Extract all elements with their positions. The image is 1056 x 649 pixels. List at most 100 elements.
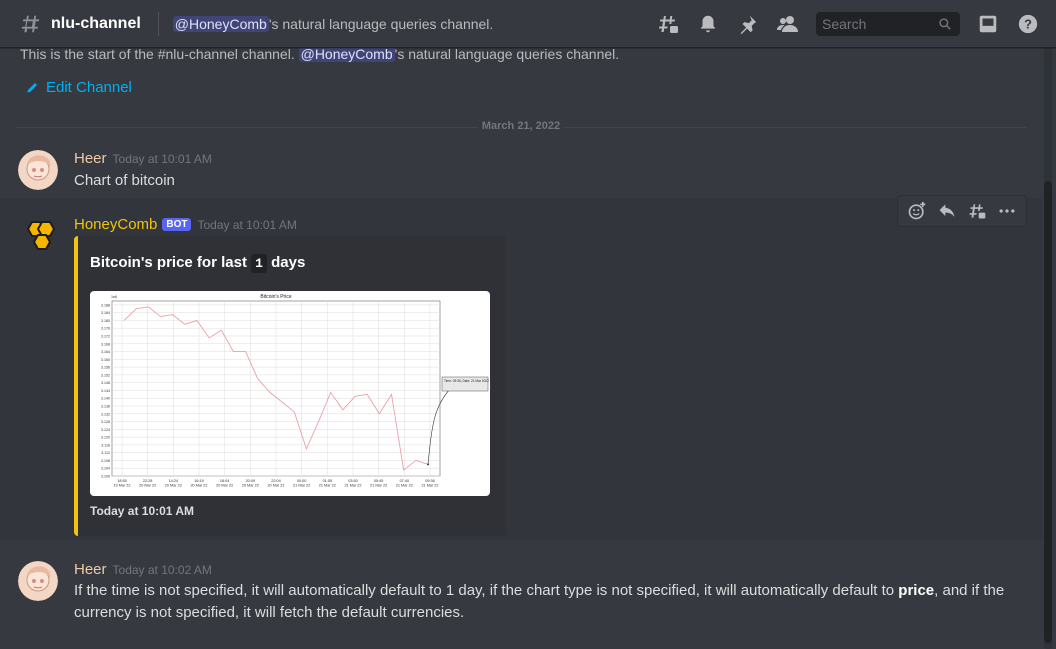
date-separator-text: March 21, 2022 — [477, 120, 565, 132]
chart-ytick-label: 3.172 — [101, 335, 110, 339]
chart-xtick-label: 07:40 — [400, 479, 410, 483]
chart-xtick-label: 20 Mar 22 — [165, 484, 182, 488]
chart-embed: Bitcoin's price for last 1 days 3.188 3.1… — [74, 236, 506, 536]
chart-ytick-label: 3.152 — [101, 373, 110, 377]
chart-ytick-label: 3.100 — [101, 475, 110, 479]
avatar[interactable] — [18, 561, 58, 601]
chart-xtick-label: 09:36 — [425, 479, 435, 483]
chart-ytick-label: 3.184 — [101, 311, 110, 315]
channel-header: nlu-channel @HoneyComb's natural languag… — [0, 0, 1056, 48]
chart-xtick-label: 21 Mar 22 — [396, 484, 413, 488]
chart-xtick-label: 00:00 — [297, 479, 307, 483]
chart-ytick-label: 3.132 — [101, 412, 110, 416]
message-timestamp: Today at 10:02 AM — [112, 563, 212, 577]
chart-xtick-label: 20 Mar 22 — [139, 484, 156, 488]
chart-ytick-label: 3.124 — [101, 428, 110, 432]
channel-name: nlu-channel — [51, 14, 141, 32]
message-text: If the time is not specified, it will au… — [74, 580, 1014, 624]
chart-xtick-label: 03:50 — [348, 479, 358, 483]
author-name: HoneyComb — [74, 216, 158, 233]
chart-ytick-label: 3.156 — [101, 366, 110, 370]
chart-ytick-label: 3.104 — [101, 467, 110, 471]
message-author[interactable]: HoneyComb BOT Today at 10:01 AM — [74, 216, 297, 233]
search-icon — [939, 18, 951, 30]
search-box[interactable] — [816, 12, 960, 36]
chart-ytick-label: 3.120 — [101, 436, 110, 440]
chart-xtick-label: 05:45 — [374, 479, 384, 483]
chart-xtick-label: 19 Mar 22 — [113, 484, 130, 488]
intro-mention[interactable]: @HoneyComb — [298, 48, 395, 62]
chart-xtick-label: 20 Mar 22 — [216, 484, 233, 488]
edit-channel-link[interactable]: Edit Channel — [26, 79, 132, 96]
message-author[interactable]: Heer Today at 10:01 AM — [74, 150, 212, 167]
message-author[interactable]: Heer Today at 10:02 AM — [74, 561, 212, 578]
pin-icon[interactable] — [736, 12, 760, 36]
message-actions-toolbar — [897, 195, 1027, 227]
scrollbar-thumb[interactable] — [1044, 181, 1052, 643]
embed-footer: Today at 10:01 AM — [90, 504, 195, 518]
chart-image[interactable]: 3.188 3.184 3.180 3.176 3.172 3.168 3.164 3.160… — [90, 291, 490, 496]
svg-text:?: ? — [1024, 17, 1032, 32]
chart-xtick-label: 21 Mar 22 — [319, 484, 336, 488]
more-icon[interactable] — [994, 198, 1020, 224]
topic-text: 's natural language queries channel. — [268, 15, 494, 32]
chart-xtick-label: 20:09 — [246, 479, 256, 483]
chart-ytick-label: 3.160 — [101, 358, 110, 362]
hash-icon — [21, 15, 40, 32]
chart-title: Bitcoin's Price — [260, 294, 291, 300]
inbox-icon[interactable] — [976, 12, 1000, 36]
header-toolbar: ? — [640, 0, 1056, 48]
edit-channel-label: Edit Channel — [46, 79, 132, 96]
search-input[interactable] — [822, 16, 932, 32]
chart-ytick-label: 3.148 — [101, 381, 110, 385]
chart-xtick-label: 16:19 — [194, 479, 204, 483]
chart-xtick-label: 21 Mar 22 — [293, 484, 310, 488]
help-icon[interactable]: ? — [1016, 12, 1040, 36]
messages-area: This is the start of the #nlu-channel ch… — [0, 48, 1042, 649]
bell-icon[interactable] — [696, 12, 720, 36]
thread-icon[interactable] — [964, 198, 990, 224]
scrollbar-track[interactable] — [1044, 48, 1052, 649]
chart-xtick-label: 18:55 — [117, 479, 127, 483]
threads-icon[interactable] — [656, 12, 680, 36]
chart-ytick-label: 3.112 — [101, 451, 110, 455]
pencil-icon — [27, 82, 37, 92]
chart-ytick-label: 3.144 — [101, 389, 110, 393]
chart-ytick-label: 3.116 — [101, 443, 110, 447]
channel-intro-text: This is the start of the #nlu-channel ch… — [20, 48, 619, 62]
chart-xtick-label: 22:04 — [271, 479, 281, 483]
embed-title-code: 1 — [251, 254, 267, 273]
add-reaction-icon[interactable] — [904, 198, 930, 224]
chart-xtick-label: 22:28 — [143, 479, 153, 483]
embed-title-prefix: Bitcoin's price for last — [90, 254, 247, 271]
date-separator: March 21, 2022 — [16, 120, 1026, 132]
chart-ytick-label: 3.108 — [101, 459, 110, 463]
chart-xtick-label: 20 Mar 22 — [242, 484, 259, 488]
chart-ytick-label: 3.140 — [101, 397, 110, 401]
chart-annotation-text: Time: 09:36, Date: 21 Mar 2022 — [444, 379, 489, 383]
author-name: Heer — [74, 561, 107, 578]
topic-mention[interactable]: @HoneyComb — [172, 15, 269, 32]
chart-ytick-label: 3.128 — [101, 420, 110, 424]
channel-topic: @HoneyComb's natural language queries ch… — [172, 15, 494, 32]
chart-ytick-label: 3.180 — [101, 319, 110, 323]
chart-xtick-label: 21 Mar 22 — [421, 484, 438, 488]
chart-unit-label: 1e6 — [111, 295, 117, 299]
chart-xtick-label: 20 Mar 22 — [267, 484, 284, 488]
message-text: Chart of bitcoin — [74, 172, 175, 189]
chart-xtick-label: 20 Mar 22 — [190, 484, 207, 488]
chart-ytick-label: 3.176 — [101, 327, 110, 331]
intro-prefix: This is the start of the #nlu-channel ch… — [20, 48, 295, 62]
avatar[interactable] — [18, 150, 58, 190]
bitcoin-price-chart: 3.188 3.184 3.180 3.176 3.172 3.168 3.164 3.160… — [101, 294, 489, 488]
intro-suffix: 's natural language queries channel. — [394, 48, 620, 62]
reply-icon[interactable] — [934, 198, 960, 224]
chart-ytick-label: 3.164 — [101, 350, 110, 354]
members-icon[interactable] — [776, 12, 800, 36]
bot-avatar[interactable] — [18, 216, 58, 256]
author-name: Heer — [74, 150, 107, 167]
chart-xtick-label: 01:55 — [323, 479, 333, 483]
chart-ytick-label: 3.188 — [101, 303, 110, 307]
chart-xtick-label: 21 Mar 22 — [370, 484, 387, 488]
embed-title: Bitcoin's price for last 1 days — [90, 254, 305, 273]
